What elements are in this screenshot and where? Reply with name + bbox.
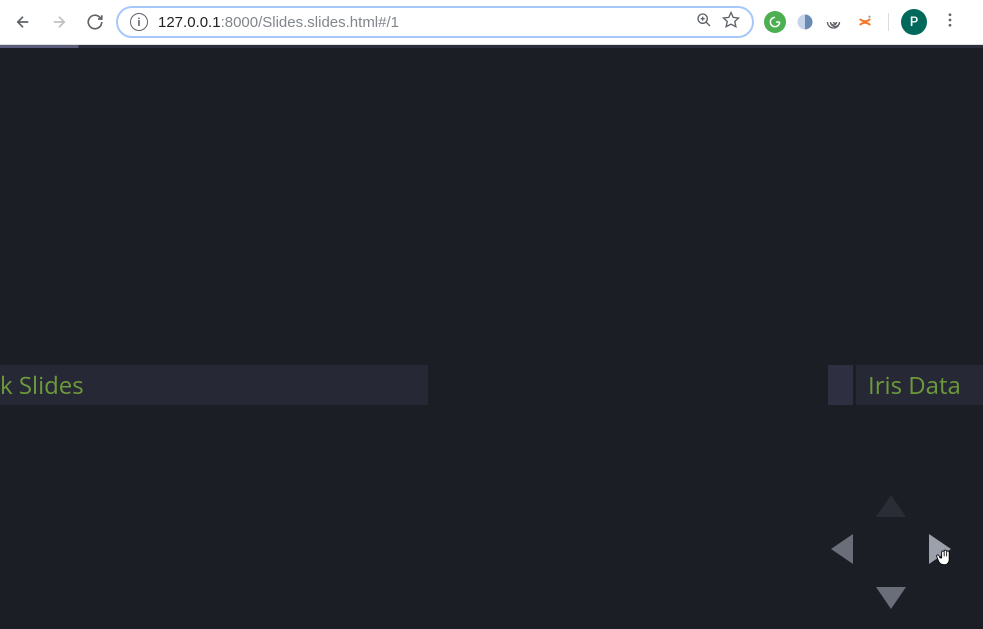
grammarly-extension-icon[interactable]: [764, 11, 786, 33]
progress-bar: [0, 45, 983, 48]
chrome-menu-button[interactable]: [941, 11, 959, 33]
reload-button[interactable]: [80, 7, 110, 37]
nav-right-arrow[interactable]: [929, 534, 951, 564]
forward-button[interactable]: [44, 7, 74, 37]
reload-icon: [86, 13, 104, 31]
arrow-right-icon: [50, 13, 68, 31]
extensions-tray: P: [764, 9, 965, 35]
previous-slide-preview[interactable]: k Slides: [0, 365, 428, 405]
arrow-left-icon: [14, 13, 32, 31]
back-button[interactable]: [8, 7, 38, 37]
nav-down-arrow[interactable]: [876, 587, 906, 609]
url-action-icons: [696, 11, 740, 33]
next-slide-title: Iris Data: [868, 369, 961, 402]
nav-up-arrow[interactable]: [876, 495, 906, 517]
jupyter-extension-icon[interactable]: [854, 11, 876, 33]
nav-buttons: [8, 7, 110, 37]
extension-icon-3[interactable]: [824, 11, 846, 33]
url-host: 127.0.0.1: [158, 14, 221, 31]
slides-viewport: k Slides Iris Data: [0, 45, 983, 629]
browser-toolbar: i 127.0.0.1:8000/Slides.slides.html#/1 P: [0, 0, 983, 45]
site-info-icon[interactable]: i: [130, 13, 148, 31]
next-slide-preview[interactable]: Iris Data: [828, 365, 983, 405]
nav-left-arrow[interactable]: [831, 534, 853, 564]
url-path: :8000/Slides.slides.html#/1: [221, 14, 399, 31]
bookmark-star-icon[interactable]: [722, 11, 740, 33]
address-bar[interactable]: i 127.0.0.1:8000/Slides.slides.html#/1: [116, 6, 754, 38]
url-text: 127.0.0.1:8000/Slides.slides.html#/1: [158, 14, 696, 31]
extension-icon-2[interactable]: [794, 11, 816, 33]
divider: [888, 13, 889, 31]
profile-avatar[interactable]: P: [901, 9, 927, 35]
cell-input-bar: [828, 365, 856, 405]
zoom-icon[interactable]: [696, 12, 712, 32]
slide-controls: [831, 489, 951, 609]
previous-slide-title: k Slides: [0, 369, 84, 402]
